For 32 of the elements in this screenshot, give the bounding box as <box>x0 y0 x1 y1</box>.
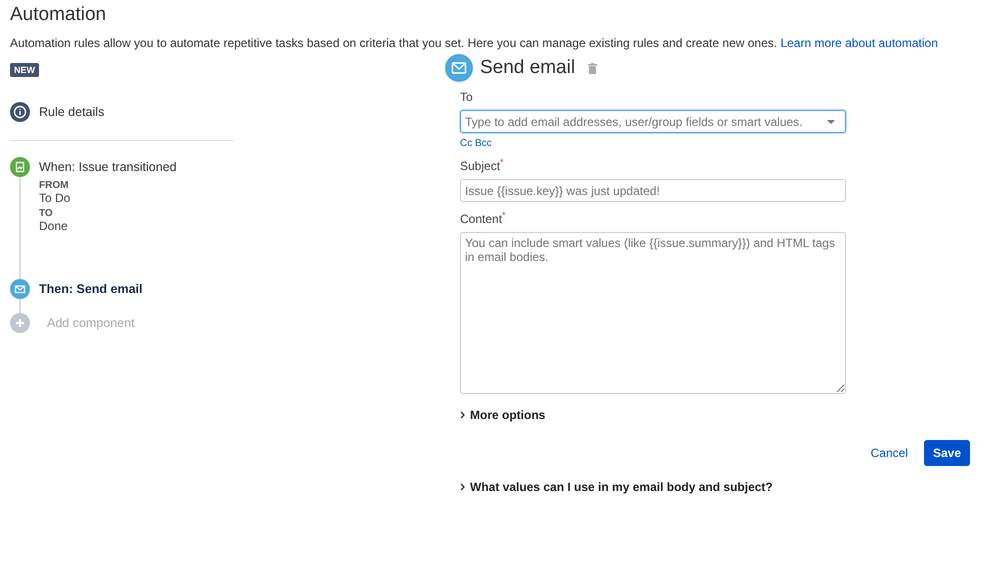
field-label: Subject$^{*}$ <box>460 157 505 173</box>
step-label[interactable]: When: Issue transitioned <box>39 157 177 177</box>
chevron-icon <box>460 483 465 491</box>
envelope-icon <box>10 279 30 299</box>
detail-label: FROM <box>39 180 70 191</box>
editor-title: Send email <box>480 57 576 79</box>
field-label: Content$^{*}$ <box>460 210 507 226</box>
save-button[interactable]: Save <box>924 440 970 466</box>
step-label[interactable]: Then: Send email <box>39 279 142 299</box>
envelope-icon <box>445 54 473 82</box>
more-options-toggle[interactable]: More options <box>460 408 846 422</box>
step-label[interactable]: Rule details <box>39 102 104 122</box>
learn-more-link[interactable]: Learn more about automation <box>780 36 938 50</box>
new-badge: NEW <box>10 63 39 77</box>
detail-value: Done <box>39 219 69 233</box>
subject-field[interactable]: Issue {{issue.key}} was just updated! <box>460 179 846 202</box>
plus-icon <box>10 313 30 333</box>
chevron-icon <box>460 411 465 419</box>
recipient-dropdown[interactable]: Type to add email addresses, user/group fields or smart values. <box>460 110 846 133</box>
help-toggle[interactable]: What values can I use in my email body and subject? <box>460 480 846 494</box>
page-title: Automation <box>10 4 108 26</box>
detail-label: TO <box>39 208 54 219</box>
info-icon <box>10 102 30 122</box>
content-field[interactable]: You can include smart values (like {{issue.summary}}) and HTML tags in email bodies. <box>460 232 846 394</box>
cc-bcc-link[interactable]: Cc Bcc <box>460 138 846 149</box>
caret-icon <box>827 120 835 124</box>
cancel-button[interactable]: Cancel <box>864 440 914 466</box>
detail-value: To Do <box>39 191 72 205</box>
trash-icon[interactable] <box>588 62 598 74</box>
intro-text: Automation rules allow you to automate repetitive tasks based on criteria that you set. Here you can manage existing rules and create new ones. Learn more about automation <box>10 36 939 50</box>
field-label: To <box>460 90 474 104</box>
document-icon <box>10 157 30 177</box>
